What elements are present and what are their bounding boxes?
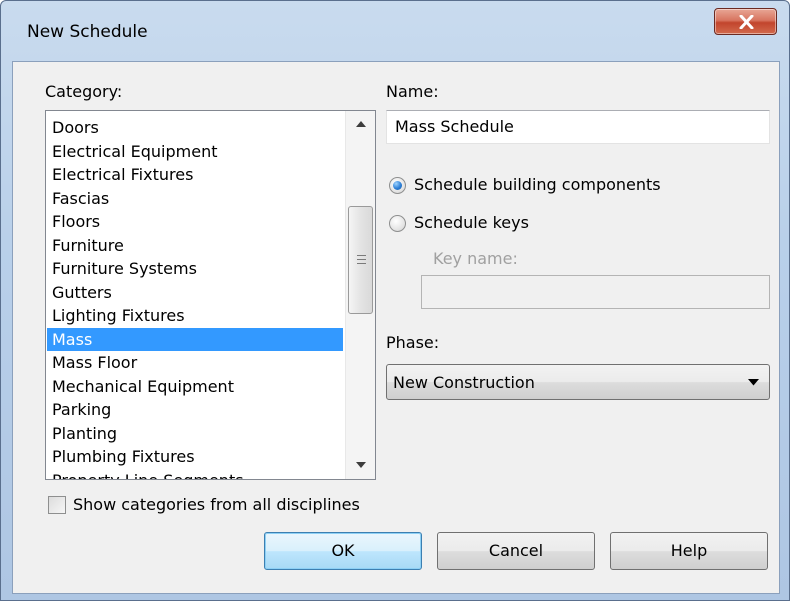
dialog-body: Category: Doors Electrical Equipment Elect… (12, 61, 780, 594)
key-name-input (421, 275, 770, 309)
category-item[interactable]: Planting (47, 422, 343, 446)
grip-line (357, 263, 366, 264)
close-icon (739, 15, 754, 29)
radio-selected-dot (393, 181, 402, 190)
ok-button[interactable]: OK (264, 532, 422, 570)
chevron-down-icon (748, 379, 759, 386)
new-schedule-dialog: New Schedule Category: Doors Electrical E… (0, 0, 790, 601)
grip-line (357, 255, 366, 256)
category-list: Doors Electrical Equipment Electrical Fixt… (47, 116, 343, 480)
title-bar[interactable]: New Schedule (1, 1, 789, 59)
category-item[interactable]: Mass (47, 327, 343, 351)
phase-dropdown[interactable]: New Construction (386, 364, 770, 400)
phase-value: New Construction (393, 373, 535, 392)
key-name-label: Key name: (433, 249, 518, 268)
category-item[interactable]: Parking (47, 398, 343, 422)
scroll-up-button[interactable] (346, 111, 375, 137)
category-item[interactable]: Furniture Systems (47, 257, 343, 281)
category-listbox[interactable]: Doors Electrical Equipment Electrical Fixt… (45, 110, 376, 480)
category-label: Category: (45, 82, 123, 101)
category-item[interactable]: Mechanical Equipment (47, 375, 343, 399)
category-scrollbar[interactable] (345, 111, 375, 479)
show-all-disciplines-checkbox[interactable] (48, 496, 66, 514)
window-title: New Schedule (27, 22, 148, 42)
cancel-button[interactable]: Cancel (437, 532, 595, 570)
category-item[interactable]: Floors (47, 210, 343, 234)
schedule-keys-label[interactable]: Schedule keys (414, 213, 529, 232)
category-item[interactable]: Furniture (47, 234, 343, 258)
category-item[interactable]: Doors (47, 116, 343, 140)
category-item[interactable]: Property Line Segments (47, 469, 343, 480)
category-item[interactable]: Fascias (47, 187, 343, 211)
scroll-down-button[interactable] (346, 453, 375, 479)
category-item[interactable]: Gutters (47, 281, 343, 305)
category-item[interactable]: Mass Floor (47, 351, 343, 375)
scroll-thumb[interactable] (348, 206, 373, 314)
schedule-components-label[interactable]: Schedule building components (414, 175, 661, 194)
help-button[interactable]: Help (610, 532, 768, 570)
name-label: Name: (386, 82, 439, 101)
chevron-down-icon (356, 462, 366, 468)
close-button[interactable] (714, 8, 777, 35)
category-item[interactable]: Lighting Fixtures (47, 304, 343, 328)
schedule-keys-radio[interactable] (389, 215, 406, 232)
schedule-components-radio[interactable] (389, 177, 406, 194)
chevron-up-icon (356, 121, 366, 127)
grip-line (357, 259, 366, 260)
name-input[interactable]: Mass Schedule (386, 110, 770, 144)
category-item[interactable]: Electrical Equipment (47, 140, 343, 164)
category-item[interactable]: Plumbing Fixtures (47, 445, 343, 469)
category-item[interactable]: Electrical Fixtures (47, 163, 343, 187)
show-all-disciplines-label[interactable]: Show categories from all disciplines (73, 495, 360, 514)
phase-label: Phase: (386, 333, 440, 352)
